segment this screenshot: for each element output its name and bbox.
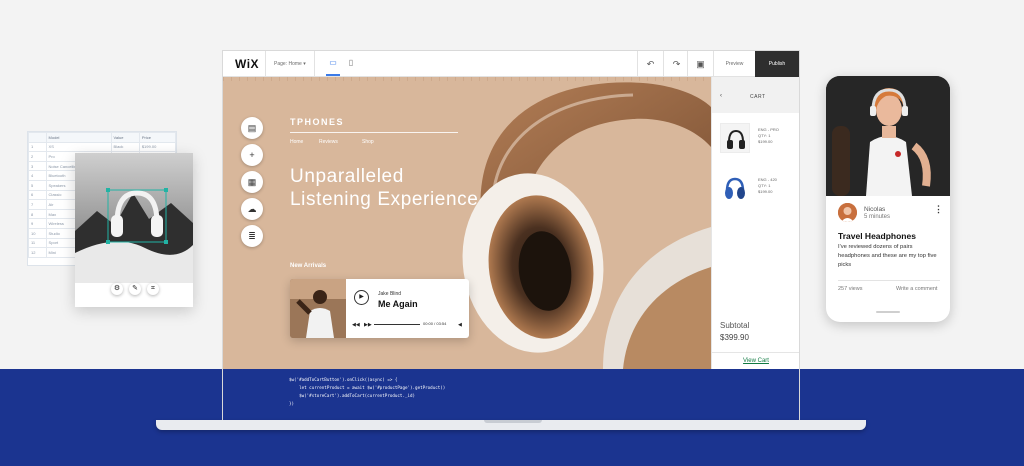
code-line: let currentProduct = await $w('#productP… bbox=[289, 385, 446, 390]
music-player[interactable]: ▶ Jake Blind Me Again ◀◀ ▶▶ 00:00 / 03:5… bbox=[290, 279, 469, 338]
hero-line-1: Unparalleled bbox=[290, 166, 404, 187]
pen-icon[interactable]: ✎ bbox=[129, 283, 141, 295]
preview-button[interactable]: Preview bbox=[713, 51, 755, 77]
site-brand: TPHONES bbox=[290, 117, 345, 127]
sheet-cell[interactable]: $199.00 bbox=[138, 141, 177, 153]
post-excerpt: I've reviewed dozens of pairs headphones… bbox=[838, 244, 937, 268]
nav-reviews[interactable]: Reviews bbox=[319, 139, 338, 145]
settings-icon[interactable]: ⚙ bbox=[111, 283, 123, 295]
cart-item-image bbox=[720, 123, 750, 153]
sheet-cell[interactable]: 11 bbox=[28, 237, 47, 249]
sheet-cell[interactable]: 2 bbox=[28, 151, 47, 162]
sheet-header-cell: Price bbox=[138, 132, 177, 143]
pages-icon[interactable]: ▤ bbox=[241, 117, 263, 139]
cart-title: CART bbox=[750, 94, 766, 100]
next-icon[interactable]: ▶▶ bbox=[364, 322, 372, 328]
sheet-cell[interactable]: 3 bbox=[28, 160, 47, 172]
undo-icon[interactable]: ↶ bbox=[637, 51, 663, 77]
home-indicator bbox=[876, 311, 900, 313]
image-edit-card: ⚙ ✎ ⌗ bbox=[75, 153, 193, 307]
nav-shop[interactable]: Shop bbox=[362, 139, 374, 145]
sheet-header-cell: Value bbox=[110, 132, 140, 143]
artist-photo bbox=[290, 279, 346, 338]
sheet-cell[interactable]: 8 bbox=[28, 208, 47, 220]
database-icon[interactable]: ≣ bbox=[241, 225, 263, 247]
author-name: Nicolas bbox=[864, 206, 886, 213]
cart-item-price: $199.00 bbox=[758, 139, 773, 144]
divider bbox=[838, 280, 940, 281]
table-row: 1 XS Black $199.00 bbox=[28, 141, 177, 153]
code-line: $w('#storeCart').addToCart(currentProduc… bbox=[289, 393, 416, 398]
cart-item-image bbox=[720, 173, 750, 203]
save-icon[interactable]: ▣ bbox=[687, 51, 713, 77]
hero-line-2: Listening Experience bbox=[290, 189, 479, 210]
sheet-cell[interactable]: 9 bbox=[28, 218, 47, 229]
wix-logo: WiX bbox=[235, 57, 260, 71]
cart-item: ENG - PRO QTY: 1 $199.00 bbox=[758, 127, 779, 145]
more-icon[interactable]: ⋮ bbox=[934, 204, 943, 215]
section-label: New Arrivals bbox=[290, 263, 327, 269]
post-time: 5 minutes bbox=[864, 214, 891, 220]
cart-item-price: $199.00 bbox=[758, 189, 773, 194]
view-cart-link[interactable]: View Cart bbox=[712, 352, 799, 369]
write-comment-link[interactable]: Write a comment bbox=[896, 286, 937, 292]
sheet-cell[interactable]: 4 bbox=[28, 170, 47, 181]
cart-header: ‹ CART bbox=[712, 77, 799, 113]
code-panel[interactable]: $w('#addToCartButton').onClick((async) =… bbox=[223, 369, 799, 421]
subtotal-label: Subtotal bbox=[720, 321, 750, 330]
sheet-cell[interactable]: 10 bbox=[28, 227, 47, 239]
back-icon[interactable]: ‹ bbox=[720, 93, 722, 99]
cart-item: ENG - 420 QTY: 1 $199.00 bbox=[758, 177, 777, 195]
add-icon[interactable]: + bbox=[241, 144, 263, 166]
editor-window: WiX Page: Home ▾ ▭ ▯ ↶ ↷ ▣ Preview Publi… bbox=[223, 51, 799, 421]
upload-icon[interactable]: ☁ bbox=[241, 198, 263, 220]
redo-icon[interactable]: ↷ bbox=[663, 51, 689, 77]
sheet-cell[interactable]: 1 bbox=[28, 141, 47, 153]
avatar[interactable] bbox=[838, 203, 857, 222]
progress-track[interactable] bbox=[374, 324, 420, 325]
sheet-cell[interactable]: 6 bbox=[28, 189, 47, 201]
page-selector[interactable]: Page: Home ▾ bbox=[265, 51, 315, 77]
sheet-cell[interactable]: 5 bbox=[28, 179, 47, 191]
code-line: $w('#addToCartButton').onClick((async) =… bbox=[289, 377, 398, 382]
subtotal-value: $399.90 bbox=[720, 333, 749, 342]
sheet-header-cell bbox=[28, 132, 47, 143]
publish-button[interactable]: Publish bbox=[755, 51, 799, 77]
phone-mockup: Nicolas 5 minutes ⋮ Travel Headphones I'… bbox=[826, 76, 950, 322]
nav-home[interactable]: Home bbox=[290, 139, 303, 145]
desktop-active-indicator bbox=[326, 74, 340, 76]
laptop-notch bbox=[484, 420, 542, 423]
sheet-cell[interactable]: 12 bbox=[28, 247, 47, 258]
hero-heading: Unparalleled Listening Experience bbox=[290, 165, 490, 211]
site-canvas[interactable]: ▤ + ▦ ☁ ≣ TPHONES Home Reviews Shop Unpa… bbox=[223, 77, 799, 369]
mobile-icon[interactable]: ▯ bbox=[346, 58, 356, 68]
desktop-icon[interactable]: ▭ bbox=[328, 58, 338, 68]
track-time: 00:00 / 03:54 bbox=[423, 321, 447, 326]
crop-icon[interactable]: ⌗ bbox=[147, 283, 159, 295]
apps-icon[interactable]: ▦ bbox=[241, 171, 263, 193]
brand-divider bbox=[290, 132, 458, 133]
sheet-cell[interactable]: 7 bbox=[28, 199, 47, 210]
sheet-cell[interactable]: Black bbox=[110, 141, 140, 153]
page-selector-label: Page: Home bbox=[274, 61, 302, 67]
code-line: }) bbox=[289, 401, 295, 406]
sheet-header-cell: Model bbox=[45, 132, 112, 143]
artist-name: Jake Blind bbox=[378, 291, 402, 297]
headphones-sculpture-image bbox=[75, 153, 193, 283]
previous-icon[interactable]: ◀◀ bbox=[352, 322, 360, 328]
view-count: 257 views bbox=[838, 286, 863, 292]
editor-topbar: WiX Page: Home ▾ ▭ ▯ ↶ ↷ ▣ Preview Publi… bbox=[223, 51, 799, 77]
blog-post-photo bbox=[826, 76, 950, 196]
volume-icon[interactable]: ◀ bbox=[458, 322, 462, 328]
play-icon[interactable]: ▶ bbox=[354, 290, 369, 305]
sheet-cell[interactable]: XS bbox=[45, 141, 112, 153]
song-title: Me Again bbox=[378, 299, 418, 309]
chevron-down-icon: ▾ bbox=[303, 61, 306, 67]
post-title[interactable]: Travel Headphones bbox=[838, 231, 916, 241]
cart-panel: ‹ CART ENG - PRO QTY: 1 $199.00 ENG - 42… bbox=[711, 77, 799, 369]
